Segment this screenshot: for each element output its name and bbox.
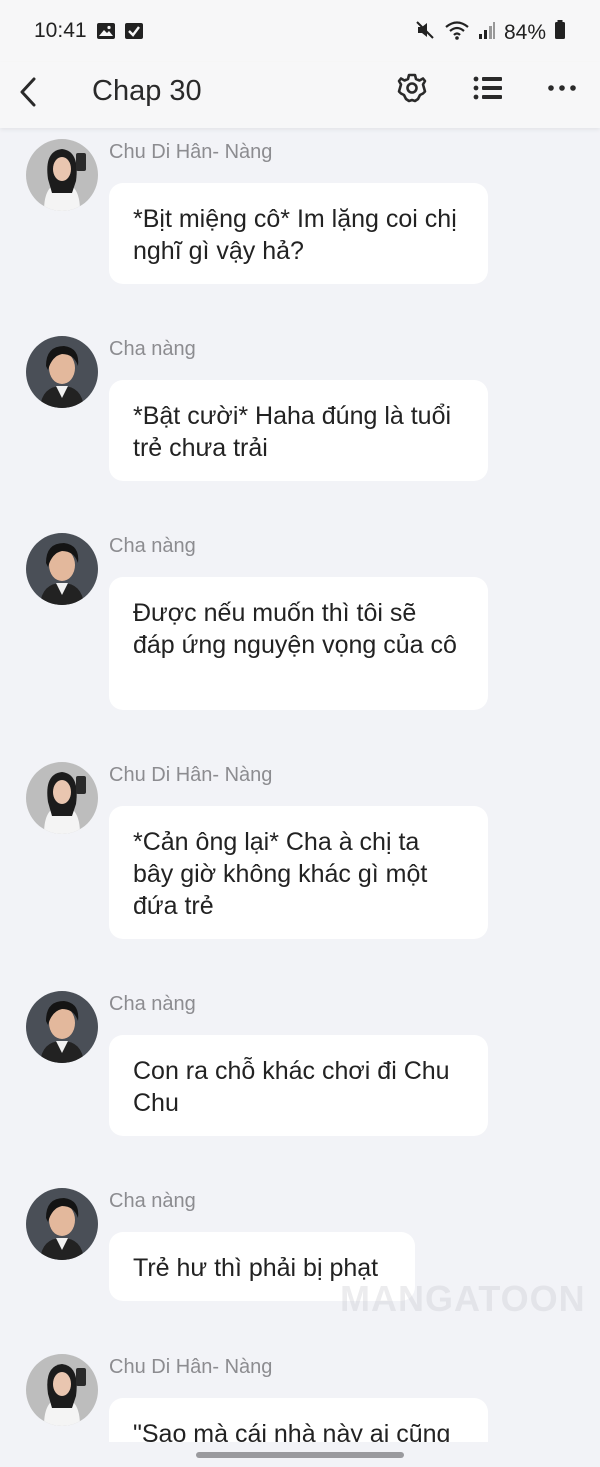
home-indicator[interactable] — [196, 1452, 404, 1458]
avatar-female[interactable] — [26, 139, 98, 211]
status-time: 10:41 — [34, 19, 87, 42]
sender-name: Cha nàng — [109, 535, 196, 557]
status-bar: 10:41 84% — [0, 0, 600, 62]
watermark: MANGATOON — [340, 1278, 586, 1319]
message-bubble: Con ra chỗ khác chơi đi Chu Chu — [109, 1035, 488, 1136]
avatar-female[interactable] — [26, 762, 98, 834]
sender-name: Cha nàng — [109, 338, 196, 360]
page-title: Chap 30 — [92, 75, 202, 107]
avatar-male[interactable] — [26, 533, 98, 605]
more-icon[interactable] — [546, 76, 578, 100]
message-bubble: Được nếu muốn thì tôi sẽ đáp ứng nguyện … — [109, 577, 488, 710]
wifi-icon — [444, 19, 470, 47]
message-bubble: *Bật cười* Haha đúng là tuổi trẻ chưa tr… — [109, 380, 488, 481]
avatar-male[interactable] — [26, 1188, 98, 1260]
avatar-male[interactable] — [26, 336, 98, 408]
message-bubble: *Cản ông lại* Cha à chị ta bây giờ không… — [109, 806, 488, 939]
sender-name: Chu Di Hân- Nàng — [109, 141, 273, 163]
avatar-female[interactable] — [26, 1354, 98, 1426]
message-bubble: "Sao mà cái nhà này ai cũng — [109, 1398, 488, 1442]
sender-name: Cha nàng — [109, 1190, 196, 1212]
sender-name: Cha nàng — [109, 993, 196, 1015]
list-icon[interactable] — [472, 74, 504, 102]
avatar-male[interactable] — [26, 991, 98, 1063]
sender-name: Chu Di Hân- Nàng — [109, 764, 273, 786]
check-box-icon — [124, 21, 144, 46]
chat-messages[interactable]: Chu Di Hân- Nàng *Bịt miệng cô* Im lặng … — [0, 128, 600, 1442]
mute-icon — [414, 19, 436, 47]
sender-name: Chu Di Hân- Nàng — [109, 1356, 273, 1378]
battery-icon — [554, 20, 566, 46]
message-bubble: *Bịt miệng cô* Im lặng coi chị nghĩ gì v… — [109, 183, 488, 284]
signal-icon — [478, 20, 496, 46]
image-icon — [96, 21, 116, 46]
back-arrow-icon[interactable] — [14, 74, 46, 110]
app-header: Chap 30 — [0, 62, 600, 128]
battery-percent: 84% — [503, 21, 546, 44]
gear-icon[interactable] — [396, 72, 428, 104]
